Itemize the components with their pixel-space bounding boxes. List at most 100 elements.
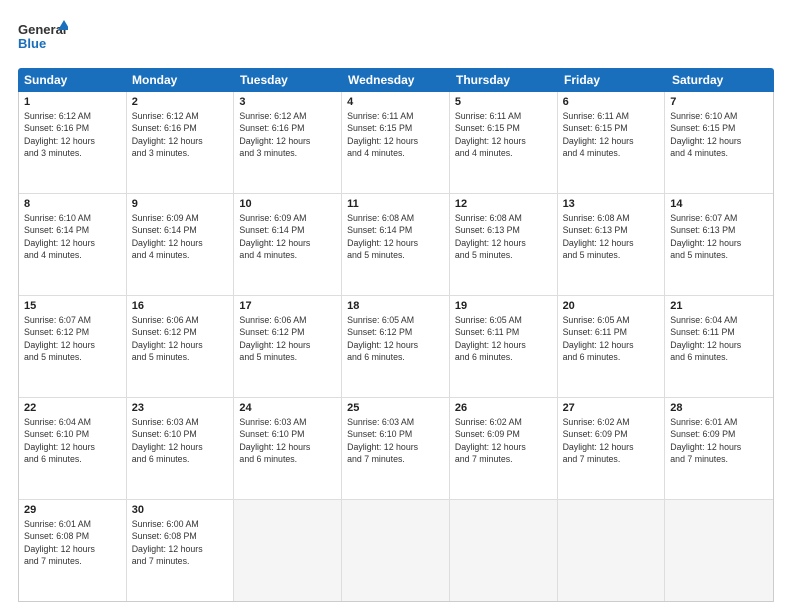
day-num: 3 [239, 96, 336, 108]
cell-info: Sunrise: 6:03 AMSunset: 6:10 PMDaylight:… [347, 416, 444, 465]
cal-cell-29: 29 Sunrise: 6:01 AMSunset: 6:08 PMDayligh… [19, 500, 127, 601]
cal-cell-7: 7Sunrise: 6:10 AMSunset: 6:15 PMDaylight… [665, 92, 773, 193]
cell-info: Sunrise: 6:08 AMSunset: 6:13 PMDaylight:… [563, 212, 660, 261]
day-num: 13 [563, 198, 660, 210]
day-num: 30 [132, 504, 229, 516]
cell-info: Sunrise: 6:02 AMSunset: 6:09 PMDaylight:… [455, 416, 552, 465]
cal-cell-8: 8 Sunrise: 6:10 AMSunset: 6:14 PMDaylight… [19, 194, 127, 295]
cal-row-0: 1Sunrise: 6:12 AMSunset: 6:16 PMDaylight… [19, 92, 773, 194]
cal-cell-27: 27Sunrise: 6:02 AMSunset: 6:09 PMDayligh… [558, 398, 666, 499]
cell-info: Sunrise: 6:12 AMSunset: 6:16 PMDaylight:… [24, 110, 121, 159]
day-num: 28 [670, 402, 768, 414]
cell-info: Sunrise: 6:05 AMSunset: 6:11 PMDaylight:… [455, 314, 552, 363]
cal-cell-30: 30Sunrise: 6:00 AMSunset: 6:08 PMDayligh… [127, 500, 235, 601]
day-num: 23 [132, 402, 229, 414]
cal-cell-20: 20 Sunrise: 6:05 AMSunset: 6:11 PMDayligh… [558, 296, 666, 397]
cell-info: Sunrise: 6:05 AMSunset: 6:11 PMDaylight:… [563, 314, 660, 363]
day-num: 6 [563, 96, 660, 108]
cal-cell-9: 9 Sunrise: 6:09 AMSunset: 6:14 PMDaylight… [127, 194, 235, 295]
cell-info: Sunrise: 6:12 AMSunset: 6:16 PMDaylight:… [239, 110, 336, 159]
cell-info: Sunrise: 6:04 AMSunset: 6:10 PMDaylight:… [24, 416, 121, 465]
cell-info: Sunrise: 6:03 AMSunset: 6:10 PMDaylight:… [132, 416, 229, 465]
day-num: 5 [455, 96, 552, 108]
day-num: 8 [24, 198, 121, 210]
day-num: 9 [132, 198, 229, 210]
logo: General Blue [18, 18, 68, 58]
day-num: 2 [132, 96, 229, 108]
cal-cell-15: 15Sunrise: 6:07 AMSunset: 6:12 PMDayligh… [19, 296, 127, 397]
header-cell-saturday: Saturday [666, 68, 774, 92]
day-num: 19 [455, 300, 552, 312]
day-num: 24 [239, 402, 336, 414]
cal-cell-26: 26Sunrise: 6:02 AMSunset: 6:09 PMDayligh… [450, 398, 558, 499]
cal-cell-10: 10 Sunrise: 6:09 AMSunset: 6:14 PMDayligh… [234, 194, 342, 295]
cell-info: Sunrise: 6:06 AMSunset: 6:12 PMDaylight:… [239, 314, 336, 363]
cal-cell-empty-4-4 [450, 500, 558, 601]
cell-info: Sunrise: 6:09 AMSunset: 6:14 PMDaylight:… [239, 212, 336, 261]
cell-info: Sunrise: 6:03 AMSunset: 6:10 PMDaylight:… [239, 416, 336, 465]
cal-cell-24: 24 Sunrise: 6:03 AMSunset: 6:10 PMDayligh… [234, 398, 342, 499]
cell-info: Sunrise: 6:11 AMSunset: 6:15 PMDaylight:… [563, 110, 660, 159]
svg-text:Blue: Blue [18, 36, 46, 51]
cell-info: Sunrise: 6:06 AMSunset: 6:12 PMDaylight:… [132, 314, 229, 363]
cal-cell-13: 13 Sunrise: 6:08 AMSunset: 6:13 PMDayligh… [558, 194, 666, 295]
cal-row-4: 29 Sunrise: 6:01 AMSunset: 6:08 PMDayligh… [19, 500, 773, 601]
cal-cell-empty-4-5 [558, 500, 666, 601]
cal-cell-16: 16 Sunrise: 6:06 AMSunset: 6:12 PMDayligh… [127, 296, 235, 397]
cell-info: Sunrise: 6:05 AMSunset: 6:12 PMDaylight:… [347, 314, 444, 363]
cell-info: Sunrise: 6:10 AMSunset: 6:14 PMDaylight:… [24, 212, 121, 261]
cal-cell-22: 22 Sunrise: 6:04 AMSunset: 6:10 PMDayligh… [19, 398, 127, 499]
day-num: 16 [132, 300, 229, 312]
cell-info: Sunrise: 6:02 AMSunset: 6:09 PMDaylight:… [563, 416, 660, 465]
cell-info: Sunrise: 6:07 AMSunset: 6:13 PMDaylight:… [670, 212, 768, 261]
header-cell-wednesday: Wednesday [342, 68, 450, 92]
cal-row-1: 8 Sunrise: 6:10 AMSunset: 6:14 PMDaylight… [19, 194, 773, 296]
day-num: 12 [455, 198, 552, 210]
day-num: 17 [239, 300, 336, 312]
cal-cell-empty-4-2 [234, 500, 342, 601]
day-num: 22 [24, 402, 121, 414]
day-num: 18 [347, 300, 444, 312]
header-cell-thursday: Thursday [450, 68, 558, 92]
cal-cell-25: 25 Sunrise: 6:03 AMSunset: 6:10 PMDayligh… [342, 398, 450, 499]
cal-cell-3: 3 Sunrise: 6:12 AMSunset: 6:16 PMDaylight… [234, 92, 342, 193]
cell-info: Sunrise: 6:08 AMSunset: 6:13 PMDaylight:… [455, 212, 552, 261]
day-num: 15 [24, 300, 121, 312]
cal-cell-1: 1Sunrise: 6:12 AMSunset: 6:16 PMDaylight… [19, 92, 127, 193]
day-num: 11 [347, 198, 444, 210]
day-num: 29 [24, 504, 121, 516]
header-cell-monday: Monday [126, 68, 234, 92]
cal-row-3: 22 Sunrise: 6:04 AMSunset: 6:10 PMDayligh… [19, 398, 773, 500]
calendar-body: 1Sunrise: 6:12 AMSunset: 6:16 PMDaylight… [18, 92, 774, 602]
day-num: 4 [347, 96, 444, 108]
calendar-header: SundayMondayTuesdayWednesdayThursdayFrid… [18, 68, 774, 92]
cal-cell-2: 2 Sunrise: 6:12 AMSunset: 6:16 PMDaylight… [127, 92, 235, 193]
cal-cell-12: 12 Sunrise: 6:08 AMSunset: 6:13 PMDayligh… [450, 194, 558, 295]
cal-cell-28: 28 Sunrise: 6:01 AMSunset: 6:09 PMDayligh… [665, 398, 773, 499]
day-num: 10 [239, 198, 336, 210]
logo-svg: General Blue [18, 18, 68, 58]
day-num: 21 [670, 300, 768, 312]
cell-info: Sunrise: 6:01 AMSunset: 6:08 PMDaylight:… [24, 518, 121, 567]
cal-cell-18: 18 Sunrise: 6:05 AMSunset: 6:12 PMDayligh… [342, 296, 450, 397]
page: General Blue SundayMondayTuesdayWednesda… [0, 0, 792, 612]
cell-info: Sunrise: 6:12 AMSunset: 6:16 PMDaylight:… [132, 110, 229, 159]
cell-info: Sunrise: 6:09 AMSunset: 6:14 PMDaylight:… [132, 212, 229, 261]
cal-cell-empty-4-6 [665, 500, 773, 601]
cell-info: Sunrise: 6:04 AMSunset: 6:11 PMDaylight:… [670, 314, 768, 363]
cal-cell-21: 21 Sunrise: 6:04 AMSunset: 6:11 PMDayligh… [665, 296, 773, 397]
header-cell-sunday: Sunday [18, 68, 126, 92]
day-num: 25 [347, 402, 444, 414]
cal-cell-5: 5Sunrise: 6:11 AMSunset: 6:15 PMDaylight… [450, 92, 558, 193]
cal-cell-17: 17 Sunrise: 6:06 AMSunset: 6:12 PMDayligh… [234, 296, 342, 397]
day-num: 7 [670, 96, 768, 108]
cal-cell-23: 23 Sunrise: 6:03 AMSunset: 6:10 PMDayligh… [127, 398, 235, 499]
cell-info: Sunrise: 6:01 AMSunset: 6:09 PMDaylight:… [670, 416, 768, 465]
cal-cell-6: 6 Sunrise: 6:11 AMSunset: 6:15 PMDaylight… [558, 92, 666, 193]
header-cell-friday: Friday [558, 68, 666, 92]
cell-info: Sunrise: 6:11 AMSunset: 6:15 PMDaylight:… [347, 110, 444, 159]
cal-cell-19: 19 Sunrise: 6:05 AMSunset: 6:11 PMDayligh… [450, 296, 558, 397]
header-cell-tuesday: Tuesday [234, 68, 342, 92]
calendar: SundayMondayTuesdayWednesdayThursdayFrid… [18, 68, 774, 602]
day-num: 20 [563, 300, 660, 312]
